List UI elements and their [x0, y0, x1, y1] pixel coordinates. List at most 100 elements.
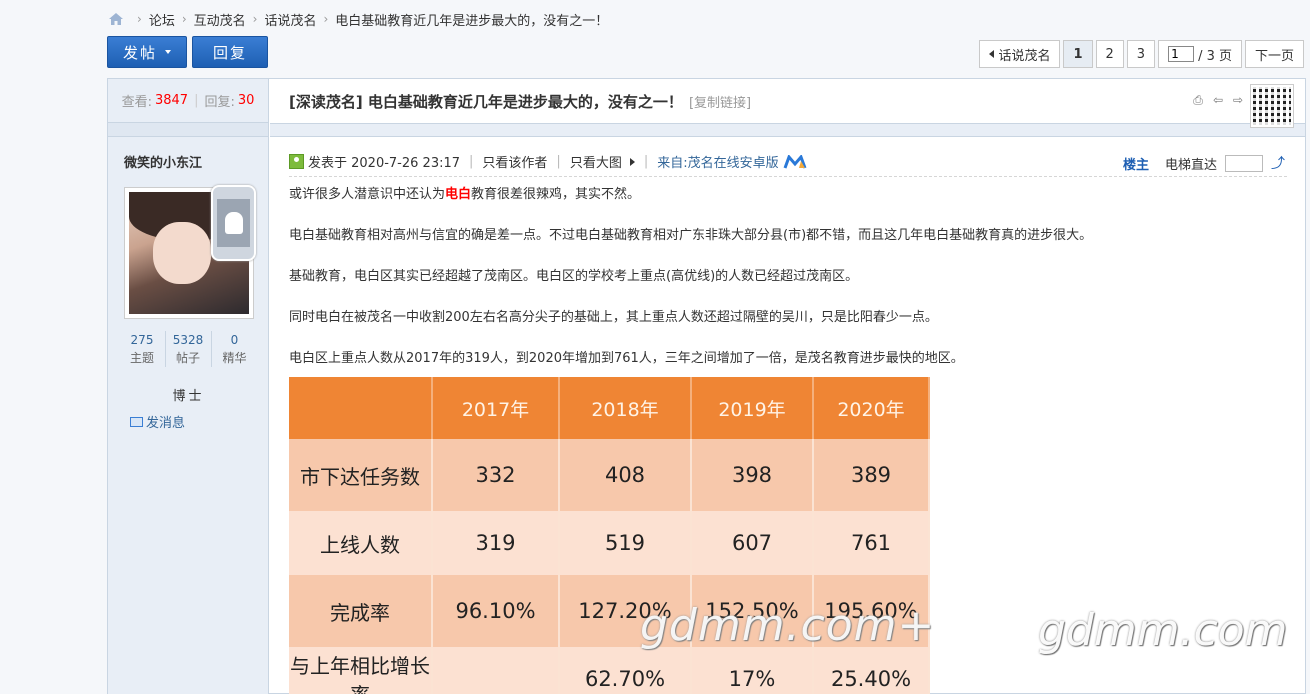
- prev-thread-icon[interactable]: ⇦: [1211, 93, 1225, 107]
- post-body: 或许很多人潜意识中还认为电白教育很差很辣鸡，其实不然。 电白基础教育相对高州与信…: [289, 185, 1092, 390]
- print-icon[interactable]: ⎙: [1191, 93, 1205, 107]
- author-digest-label: 精华: [222, 351, 247, 365]
- home-icon[interactable]: [108, 12, 124, 26]
- new-post-button[interactable]: 发帖: [107, 36, 187, 68]
- table-cell: 398: [691, 439, 814, 511]
- table-cell: 上线人数: [289, 511, 433, 575]
- post-title: [深读茂名] 电白基础教育近几年是进步最大的，没有之一！: [289, 92, 683, 111]
- send-message-label: 发消息: [146, 416, 186, 431]
- post-divider: [270, 123, 1305, 137]
- stats-divider: |: [194, 93, 199, 108]
- table-cell: 与上年相比增长率: [289, 647, 433, 694]
- qr-code-icon[interactable]: [1251, 85, 1293, 127]
- next-thread-icon[interactable]: ⇨: [1231, 93, 1245, 107]
- reply-button[interactable]: 回复: [192, 36, 268, 68]
- page-total-label: / 3 页: [1198, 48, 1232, 64]
- breadcrumb: › 论坛 › 互动茂名 › 话说茂名 › 电白基础教育近几年是进步最大的，没有之…: [108, 8, 608, 30]
- table-cell: 完成率: [289, 575, 433, 647]
- table-cell: 96.10%: [432, 575, 560, 647]
- post-title-row: [深读茂名] 电白基础教育近几年是进步最大的，没有之一！ [复制链接]: [270, 79, 1305, 123]
- breadcrumb-talk-maoming[interactable]: 话说茂名: [264, 10, 316, 29]
- author-stat-digest[interactable]: 0 精华: [212, 331, 258, 367]
- chevron-left-icon: [989, 50, 995, 58]
- back-to-board-button[interactable]: 话说茂名: [979, 40, 1061, 68]
- author-name[interactable]: 微笑的小东江: [108, 137, 268, 171]
- author-threads-count: 275: [130, 333, 154, 347]
- table-cell: 319: [432, 511, 560, 575]
- table-header: 2017年: [432, 377, 560, 439]
- paragraph-1: 或许很多人潜意识中还认为电白教育很差很辣鸡，其实不然。: [289, 187, 641, 202]
- author-threads-label: 主题: [129, 351, 154, 365]
- table-header: 2019年: [691, 377, 814, 439]
- author-stats: 275 主题 5328 帖子 0 精华: [108, 331, 269, 367]
- page-jump: / 3 页: [1158, 40, 1242, 68]
- chevron-down-icon: [165, 50, 171, 54]
- post-meta: 发表于 2020-7-26 23:17 | 只看该作者 | 只看大图 | 来自:…: [289, 147, 1287, 177]
- table-cell: 62.70%: [559, 647, 692, 694]
- android-device-icon: [211, 185, 256, 261]
- breadcrumb-forum[interactable]: 论坛: [149, 10, 175, 29]
- replies-label: 回复:: [204, 95, 235, 110]
- table-cell: 607: [691, 511, 814, 575]
- views-label: 查看:: [121, 95, 152, 110]
- table-row: 市下达任务数 332 408 398 389: [289, 439, 930, 511]
- table-cell: 25.40%: [813, 647, 930, 694]
- app-logo-icon: [783, 153, 807, 169]
- table-cell: 519: [559, 511, 692, 575]
- table-header: [289, 377, 433, 439]
- post-tools: ⎙ ⇦ ⇨: [1191, 93, 1245, 107]
- online-status-icon: [289, 154, 304, 169]
- floor-tools: 楼主 电梯直达 ⤴: [1123, 153, 1285, 173]
- replies-count: 30: [237, 93, 255, 108]
- author-sidebar: 查看: 3847 | 回复: 30 微笑的小东江 275 主题 5328 帖子: [108, 79, 269, 694]
- breadcrumb-separator: ›: [252, 12, 258, 26]
- thread-stats: 查看: 3847 | 回复: 30: [108, 79, 268, 123]
- paragraph-2: 电白基础教育相对高州与信宜的确是差一点。不过电白基础教育相对广东非珠大部分县(市…: [289, 228, 1093, 243]
- table-header: 2020年: [813, 377, 930, 439]
- new-post-label: 发帖: [122, 43, 157, 62]
- author-only-link[interactable]: 只看该作者: [482, 152, 547, 171]
- author-stat-threads[interactable]: 275 主题: [120, 331, 166, 367]
- back-to-board-label: 话说茂名: [998, 48, 1051, 64]
- table-row: 上线人数 319 519 607 761: [289, 511, 930, 575]
- page-jump-input[interactable]: [1168, 46, 1195, 62]
- table-row: 与上年相比增长率 62.70% 17% 25.40%: [289, 647, 930, 694]
- table-cell: 17%: [691, 647, 814, 694]
- reply-label: 回复: [212, 43, 247, 62]
- floor-jump-input[interactable]: [1225, 154, 1263, 172]
- big-image-link[interactable]: 只看大图: [570, 152, 622, 171]
- breadcrumb-separator: ›: [181, 12, 187, 26]
- paragraph-4: 同时电白在被茂名一中收割200左右名高分尖子的基础上，其上重点人数还超过隔壁的吴…: [289, 310, 938, 325]
- jump-icon[interactable]: ⤴: [1271, 153, 1285, 173]
- table-cell: [432, 647, 560, 694]
- highlight-text: 电白: [445, 187, 472, 202]
- author-posts-label: 帖子: [175, 351, 200, 365]
- paragraph-3: 基础教育，电白区其实已经超越了茂南区。电白区的学校考上重点(高优线)的人数已经超…: [289, 269, 859, 284]
- envelope-icon: [130, 416, 143, 427]
- table-cell: 408: [559, 439, 692, 511]
- table-cell: 332: [432, 439, 560, 511]
- sidebar-divider: [108, 123, 268, 137]
- table-header: 2018年: [559, 377, 692, 439]
- author-rank: 博士: [172, 389, 205, 404]
- copy-link-button[interactable]: [复制链接]: [689, 92, 751, 111]
- page-3-button[interactable]: 3: [1126, 40, 1156, 68]
- next-page-button[interactable]: 下一页: [1244, 40, 1304, 68]
- breadcrumb-separator: ›: [323, 12, 329, 26]
- send-message-link[interactable]: 发消息: [130, 412, 185, 431]
- table-cell: 761: [813, 511, 930, 575]
- post-date: 发表于 2020-7-26 23:17: [308, 156, 461, 171]
- watermark: gdmm.com: [1038, 605, 1288, 656]
- page-2-button[interactable]: 2: [1095, 40, 1124, 68]
- author-stat-posts[interactable]: 5328 帖子: [166, 331, 212, 367]
- source-link[interactable]: 来自:茂名在线安卓版: [657, 152, 778, 171]
- table-cell: 389: [813, 439, 930, 511]
- watermark: gdmm.com+: [640, 600, 936, 651]
- views-count: 3847: [154, 93, 189, 108]
- paragraph-5: 电白区上重点人数从2017年的319人，到2020年增加到761人，三年之间增加…: [289, 351, 964, 366]
- breadcrumb-interactive-maoming[interactable]: 互动茂名: [194, 10, 246, 29]
- table-header-row: 2017年 2018年 2019年 2020年: [289, 377, 930, 439]
- breadcrumb-current-thread[interactable]: 电白基础教育近几年是进步最大的，没有之一！: [335, 10, 608, 29]
- author-posts-count: 5328: [172, 333, 204, 347]
- page-1-button[interactable]: 1: [1063, 40, 1093, 68]
